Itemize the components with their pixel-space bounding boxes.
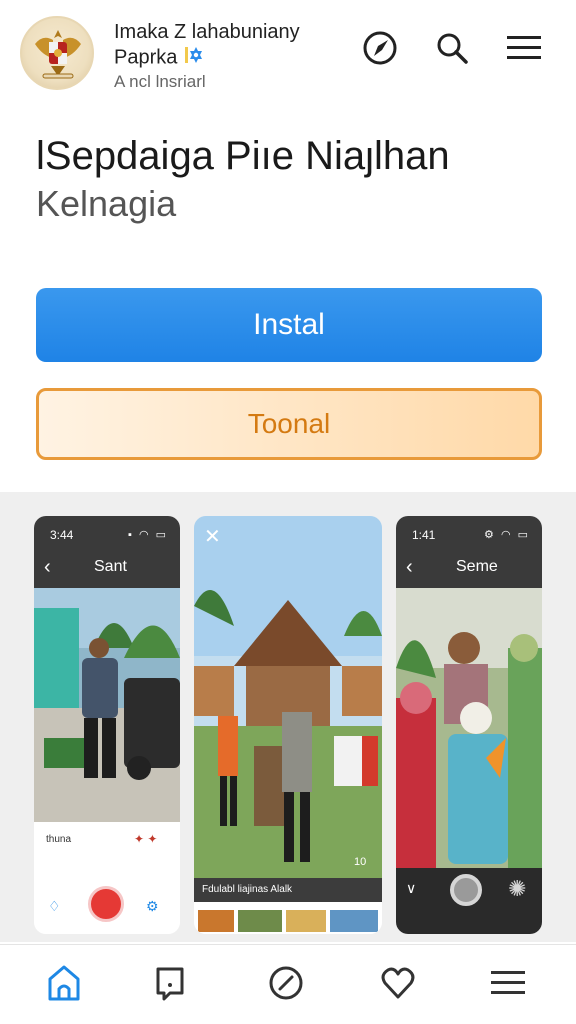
menu-button[interactable] <box>504 28 544 68</box>
verified-badge-icon <box>184 45 205 71</box>
app-header: Imaka Z lahabuniany Paprka A ncl lnsriar… <box>0 0 576 110</box>
screenshot-3-controls: ∨ ✺ <box>396 868 542 934</box>
status-icons: ⚙ ◠ ▭ <box>484 529 530 541</box>
bird-icon: ✦ ✦ <box>134 832 158 846</box>
screenshot-gallery[interactable]: 3:44 ▪ ◠ ▭ ‹ Sant thuna ✦ ✦ ♢ ⚙ ✕ 10 Fdu… <box>0 492 576 942</box>
screenshot-1-caption-row: thuna ✦ ✦ <box>34 822 180 862</box>
flower-icon: ✺ <box>508 876 527 901</box>
close-icon[interactable]: ✕ <box>204 524 221 549</box>
eye-icon <box>450 874 482 906</box>
publisher-name: A ncl lnsriarl <box>114 72 206 91</box>
screenshot-3[interactable]: 1:41 ⚙ ◠ ▭ ‹ Seme ∨ ✺ <box>396 516 542 934</box>
thumbnail[interactable] <box>198 910 234 932</box>
page-subtitle: Kelnagia <box>36 183 177 224</box>
home-icon <box>48 965 80 1001</box>
compass-button[interactable] <box>360 28 400 68</box>
trial-button[interactable]: Toonal <box>36 388 542 460</box>
back-icon: ‹ <box>406 556 413 578</box>
nav-wishlist[interactable] <box>378 961 418 1005</box>
thumbnail[interactable] <box>238 910 282 932</box>
thumbnail-strip[interactable] <box>194 908 382 934</box>
settings-icon: ⚙ <box>146 898 159 914</box>
page-title: lSepdaiga Piıe Niaȷlhan <box>36 134 450 178</box>
chevron-down-icon: ∨ <box>406 880 417 896</box>
nav-home[interactable] <box>44 961 84 1005</box>
garuda-emblem-icon <box>35 30 81 79</box>
search-button[interactable] <box>432 28 472 68</box>
wishlist-icon <box>381 967 415 999</box>
screenshot-2-caption: Fdulabl liajinas Alalk <box>202 884 293 895</box>
screenshot-1-caption: thuna <box>46 834 72 845</box>
install-button[interactable]: Instal <box>36 288 542 362</box>
screenshot-2[interactable]: ✕ 10 Fdulabl liajinas Alalk <box>194 516 382 934</box>
screenshot-1[interactable]: 3:44 ▪ ◠ ▭ ‹ Sant thuna ✦ ✦ ♢ ⚙ <box>34 516 180 934</box>
status-icons: ▪ ◠ ▭ <box>127 529 168 541</box>
app-logo <box>20 16 94 90</box>
photo-count-badge: 10 <box>354 856 367 868</box>
thumbnail[interactable] <box>286 910 326 932</box>
record-icon <box>88 886 124 922</box>
app-name-line2-text: Paprka <box>114 46 178 69</box>
screenshot-1-photo <box>34 588 180 822</box>
screenshot-3-title: Seme <box>456 558 498 575</box>
screenshot-3-photo <box>396 588 542 888</box>
bottom-navigation <box>0 944 576 1024</box>
screenshot-1-header: 3:44 ▪ ◠ ▭ ‹ Sant <box>34 516 180 588</box>
back-icon: ‹ <box>44 556 51 578</box>
library-icon <box>156 967 184 1001</box>
explore-icon <box>269 966 303 1000</box>
screenshot-1-title: Sant <box>94 558 127 575</box>
screenshot-2-caption-bar: Fdulabl liajinas Alalk <box>194 878 382 902</box>
menu-icon <box>491 971 525 994</box>
status-time: 3:44 <box>50 528 74 542</box>
app-name-line2: Paprka <box>114 45 205 71</box>
app-name: Imaka Z lahabuniany <box>114 21 300 43</box>
thumbnail[interactable] <box>330 910 378 932</box>
compass-icon <box>363 31 397 65</box>
nav-library[interactable] <box>150 961 190 1005</box>
menu-icon <box>507 36 541 59</box>
screenshot-3-header: 1:41 ⚙ ◠ ▭ ‹ Seme <box>396 516 542 588</box>
status-time: 1:41 <box>412 528 436 542</box>
nav-menu[interactable] <box>488 961 528 1005</box>
search-icon <box>437 33 468 64</box>
heart-icon: ♢ <box>48 898 61 914</box>
screenshot-1-bottom-bar: ♢ ⚙ <box>34 862 180 934</box>
nav-explore[interactable] <box>266 961 306 1005</box>
screenshot-2-photo <box>194 516 382 878</box>
